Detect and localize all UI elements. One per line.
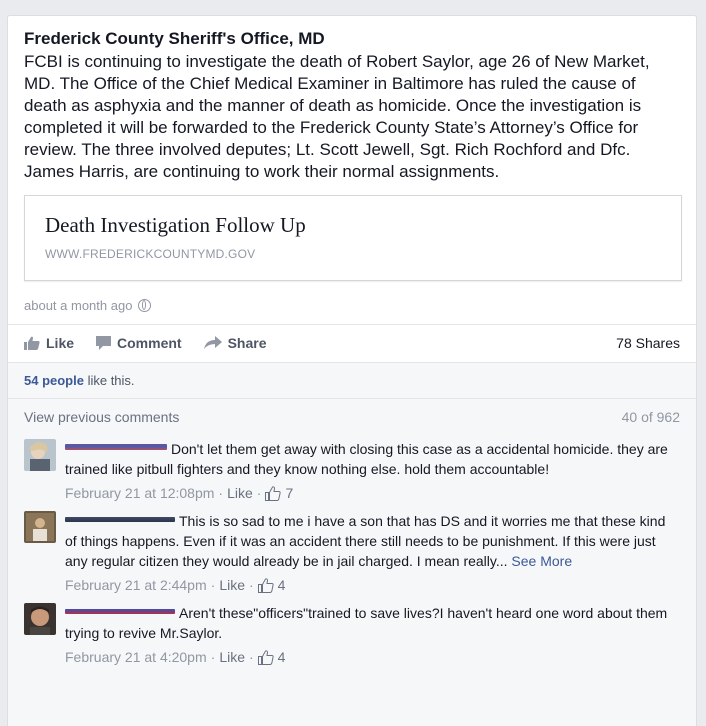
avatar[interactable]	[24, 603, 56, 635]
post-timestamp[interactable]: about a month ago	[24, 298, 132, 313]
shares-count[interactable]: 78 Shares	[616, 335, 680, 351]
comment-like-count[interactable]: 4	[278, 575, 286, 595]
redacted-name	[65, 444, 167, 450]
likes-summary: 54 people like this.	[8, 363, 696, 399]
comment-like-button[interactable]: Like	[227, 483, 253, 503]
post-timestamp-row: about a month ago	[24, 295, 680, 315]
comment-item: Aren't these"officers"trained to save li…	[8, 595, 696, 667]
avatar[interactable]	[24, 511, 56, 543]
like-button[interactable]: Like	[24, 335, 74, 351]
redacted-name	[65, 609, 175, 614]
globe-icon	[138, 298, 152, 312]
comment-meta: February 21 at 12:08pm · Like · 7	[65, 483, 294, 503]
thumbs-up-icon	[257, 649, 274, 665]
comment-icon	[96, 335, 112, 350]
comments-section: 54 people like this. View previous comme…	[8, 362, 696, 726]
page-name-link[interactable]: Frederick County Sheriff's Office, MD	[24, 28, 680, 50]
comment-like-count[interactable]: 4	[278, 647, 286, 667]
post-text: FCBI is continuing to investigate the de…	[24, 52, 650, 181]
share-icon	[203, 335, 222, 349]
see-more-link[interactable]: See More	[511, 553, 572, 569]
avatar[interactable]	[24, 439, 56, 471]
comments-count: 40 of 962	[621, 409, 680, 425]
comment-meta: February 21 at 2:44pm · Like · 4	[65, 575, 286, 595]
link-preview[interactable]: Death Investigation Follow Up WWW.FREDER…	[24, 195, 682, 281]
comment-item: Don't let them get away with closing thi…	[8, 433, 696, 503]
thumbs-up-icon	[257, 577, 274, 593]
thumbs-up-icon	[265, 485, 282, 501]
comment-label: Comment	[117, 334, 182, 351]
comment-time[interactable]: February 21 at 4:20pm	[65, 647, 207, 667]
comment-button[interactable]: Comment	[96, 335, 182, 351]
likes-suffix: like this.	[83, 373, 135, 388]
link-domain: WWW.FREDERICKCOUNTYMD.GOV	[45, 247, 256, 261]
action-bar: Like Comment Share 78 Shares	[8, 324, 696, 360]
share-label: Share	[227, 334, 267, 351]
comment-time[interactable]: February 21 at 2:44pm	[65, 575, 207, 595]
likes-count-link[interactable]: 54 people	[24, 373, 84, 388]
comment-time[interactable]: February 21 at 12:08pm	[65, 483, 214, 503]
comment-item: This is so sad to me i have a son that h…	[8, 503, 696, 595]
post-body: Frederick County Sheriff's Office, MD FC…	[8, 16, 696, 315]
comment-like-count[interactable]: 7	[285, 483, 293, 503]
comment-like-button[interactable]: Like	[219, 647, 245, 667]
share-button[interactable]: Share	[203, 334, 267, 351]
comment-like-button[interactable]: Like	[219, 575, 245, 595]
link-title[interactable]: Death Investigation Follow Up	[45, 212, 661, 238]
thumbs-up-icon	[24, 336, 40, 350]
comment-meta: February 21 at 4:20pm · Like · 4	[65, 647, 286, 667]
comments-header: View previous comments 40 of 962	[8, 399, 696, 433]
view-previous-comments-link[interactable]: View previous comments	[24, 409, 179, 433]
post-card: Frederick County Sheriff's Office, MD FC…	[7, 15, 697, 726]
redacted-name	[65, 517, 175, 522]
like-label: Like	[46, 334, 75, 351]
